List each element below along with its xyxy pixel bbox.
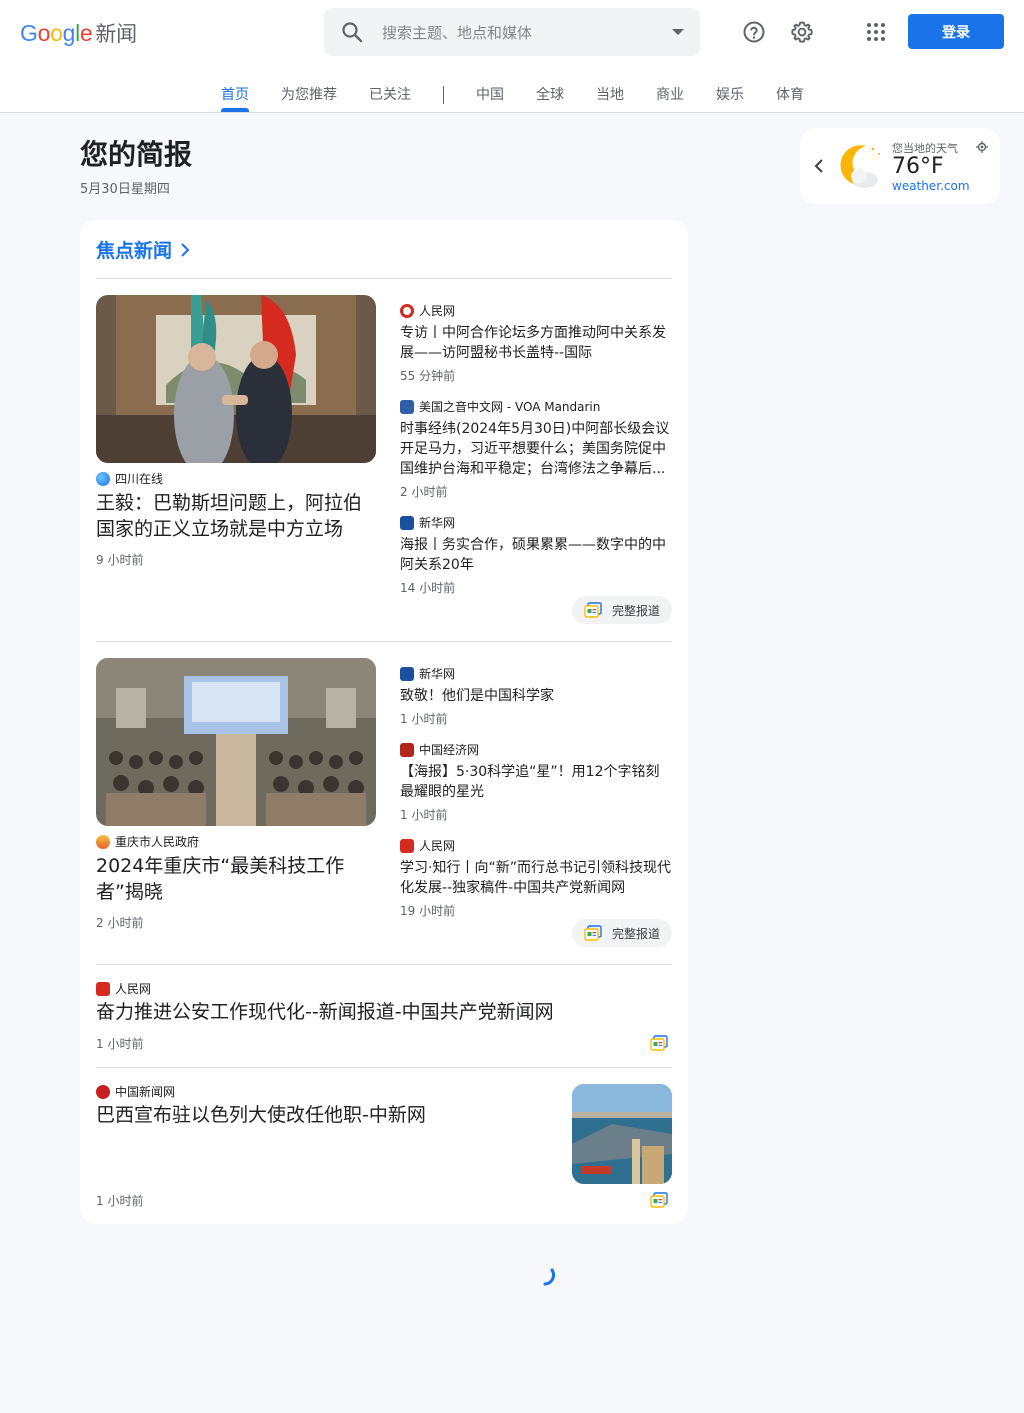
story-source[interactable]: 美国之音中文网 - VOA Mandarin — [400, 398, 600, 415]
story-headline[interactable]: 巴西宣布驻以色列大使改任他职-中新网 — [96, 1102, 556, 1128]
source-logo-peoples-daily-icon — [400, 303, 414, 318]
story-headline[interactable]: 奋力推进公安工作现代化--新闻报道-中国共产党新闻网 — [96, 999, 656, 1025]
source-logo-party-emblem-icon — [96, 981, 110, 996]
tab-sports[interactable]: 体育 — [776, 84, 804, 104]
story-source[interactable]: 人民网 — [400, 837, 455, 854]
story-source[interactable]: 中国新闻网 — [96, 1083, 175, 1100]
tab-business[interactable]: 商业 — [656, 84, 684, 104]
full-coverage-button[interactable]: 完整报道 — [572, 919, 673, 947]
full-coverage-icon[interactable] — [650, 1192, 668, 1208]
top-stories-card: 焦点新闻 四川在线 王毅：巴勒斯坦问题上，阿拉伯国家的正义立场就是中方立场 9 … — [80, 220, 688, 1224]
story-source[interactable]: 人民网 — [96, 980, 151, 997]
story-time: 14 小时前 — [400, 581, 456, 595]
story-time: 19 小时前 — [400, 904, 456, 918]
tab-entertainment[interactable]: 娱乐 — [716, 84, 744, 104]
story-headline[interactable]: 致敬！他们是中国科学家 — [400, 686, 672, 706]
apps-grid-icon[interactable] — [864, 20, 888, 44]
weather-temperature: 76°F — [892, 154, 944, 179]
settings-gear-icon[interactable] — [790, 20, 814, 44]
story-source[interactable]: 新华网 — [400, 514, 455, 531]
section-title: 焦点新闻 — [96, 240, 173, 262]
story-image-port[interactable] — [572, 1084, 672, 1184]
tab-local[interactable]: 当地 — [596, 84, 624, 104]
google-news-logo[interactable]: Google 新闻 — [20, 18, 137, 48]
source-logo-chinanews-icon — [96, 1084, 110, 1099]
story-time: 1 小时前 — [400, 808, 448, 822]
story-headline[interactable]: 时事经纬(2024年5月30日)中阿部长级会议开足马力，习近平想要什么；美国务院… — [400, 419, 672, 479]
page-title: 您的简报 — [80, 138, 193, 171]
story-headline[interactable]: 【海报】5·30科学追“星”！用12个字铭刻最耀眼的星光 — [400, 762, 672, 802]
story-source[interactable]: 新华网 — [400, 665, 455, 682]
story-source[interactable]: 人民网 — [400, 302, 455, 319]
story-source[interactable]: 中国经济网 — [400, 741, 479, 758]
story-image-conference-hall[interactable] — [96, 658, 376, 826]
tab-following[interactable]: 已关注 — [369, 84, 411, 104]
top-app-bar: Google 新闻 搜索主题、地点和媒体 登录 首页 为您推荐 已关注 中国 全球… — [0, 0, 1024, 113]
source-logo-sichuan-icon — [96, 471, 110, 486]
chevron-left-icon[interactable] — [812, 156, 826, 176]
source-logo-xinhua-icon — [400, 515, 414, 530]
search-box[interactable]: 搜索主题、地点和媒体 — [324, 8, 700, 56]
story-headline[interactable]: 学习·知行丨向“新”而行总书记引领科技现代化发展--独家稿件-中国共产党新闻网 — [400, 858, 672, 898]
loading-spinner-icon — [543, 1268, 556, 1286]
google-wordmark: Google — [20, 20, 93, 46]
chevron-right-icon — [181, 242, 190, 257]
full-coverage-icon — [584, 602, 602, 618]
divider — [96, 1067, 672, 1068]
page-date: 5月30日星期四 — [80, 182, 170, 197]
full-coverage-button[interactable]: 完整报道 — [572, 596, 673, 624]
tab-home[interactable]: 首页 — [221, 84, 249, 104]
story-time: 2 小时前 — [400, 485, 448, 499]
tab-divider — [443, 86, 444, 104]
full-coverage-icon — [584, 925, 602, 941]
active-tab-indicator — [221, 108, 249, 112]
story-time: 55 分钟前 — [400, 369, 456, 383]
story-source[interactable]: 四川在线 — [96, 470, 163, 487]
search-dropdown-caret-icon[interactable] — [672, 29, 684, 35]
story-time: 1 小时前 — [96, 1194, 144, 1208]
story-source[interactable]: 重庆市人民政府 — [96, 833, 199, 850]
tab-china[interactable]: 中国 — [476, 84, 504, 104]
moon-cloud-weather-icon — [840, 145, 880, 188]
story-headline[interactable]: 2024年重庆市“最美科技工作者”揭晓 — [96, 853, 368, 905]
full-coverage-icon[interactable] — [650, 1035, 668, 1051]
search-input[interactable]: 搜索主题、地点和媒体 — [382, 22, 532, 43]
source-logo-party-emblem-icon — [400, 838, 414, 853]
source-logo-xinhua-icon — [400, 666, 414, 681]
story-time: 1 小时前 — [96, 1037, 144, 1051]
help-icon[interactable] — [742, 20, 766, 44]
product-name: 新闻 — [95, 23, 137, 46]
location-icon[interactable] — [976, 141, 988, 153]
story-headline[interactable]: 王毅：巴勒斯坦问题上，阿拉伯国家的正义立场就是中方立场 — [96, 490, 380, 542]
section-tabs: 首页 为您推荐 已关注 中国 全球 当地 商业 娱乐 体育 — [0, 84, 1024, 112]
sign-in-button[interactable]: 登录 — [908, 14, 1004, 49]
divider — [96, 964, 672, 965]
top-stories-heading[interactable]: 焦点新闻 — [96, 236, 190, 263]
search-icon[interactable] — [340, 20, 364, 44]
story-headline[interactable]: 专访丨中阿合作论坛多方面推动阿中关系发展——访阿盟秘书长盖特--国际 — [400, 323, 672, 363]
source-logo-voa-icon — [400, 399, 414, 414]
story-headline[interactable]: 海报丨务实合作，硕果累累——数字中的中阿关系20年 — [400, 535, 672, 575]
story-time: 1 小时前 — [400, 712, 448, 726]
tab-for-you[interactable]: 为您推荐 — [281, 84, 337, 104]
divider — [96, 278, 672, 279]
divider — [96, 641, 672, 642]
story-time: 2 小时前 — [96, 916, 144, 930]
source-logo-ce-cn-icon — [400, 742, 414, 757]
source-logo-chongqing-gov-icon — [96, 834, 110, 849]
weather-widget[interactable]: 您当地的天气 76°F weather.com — [800, 128, 1000, 204]
weather-source-link[interactable]: weather.com — [892, 179, 970, 193]
tab-world[interactable]: 全球 — [536, 84, 564, 104]
story-time: 9 小时前 — [96, 553, 144, 567]
story-image-diplomats-handshake[interactable] — [96, 295, 376, 463]
